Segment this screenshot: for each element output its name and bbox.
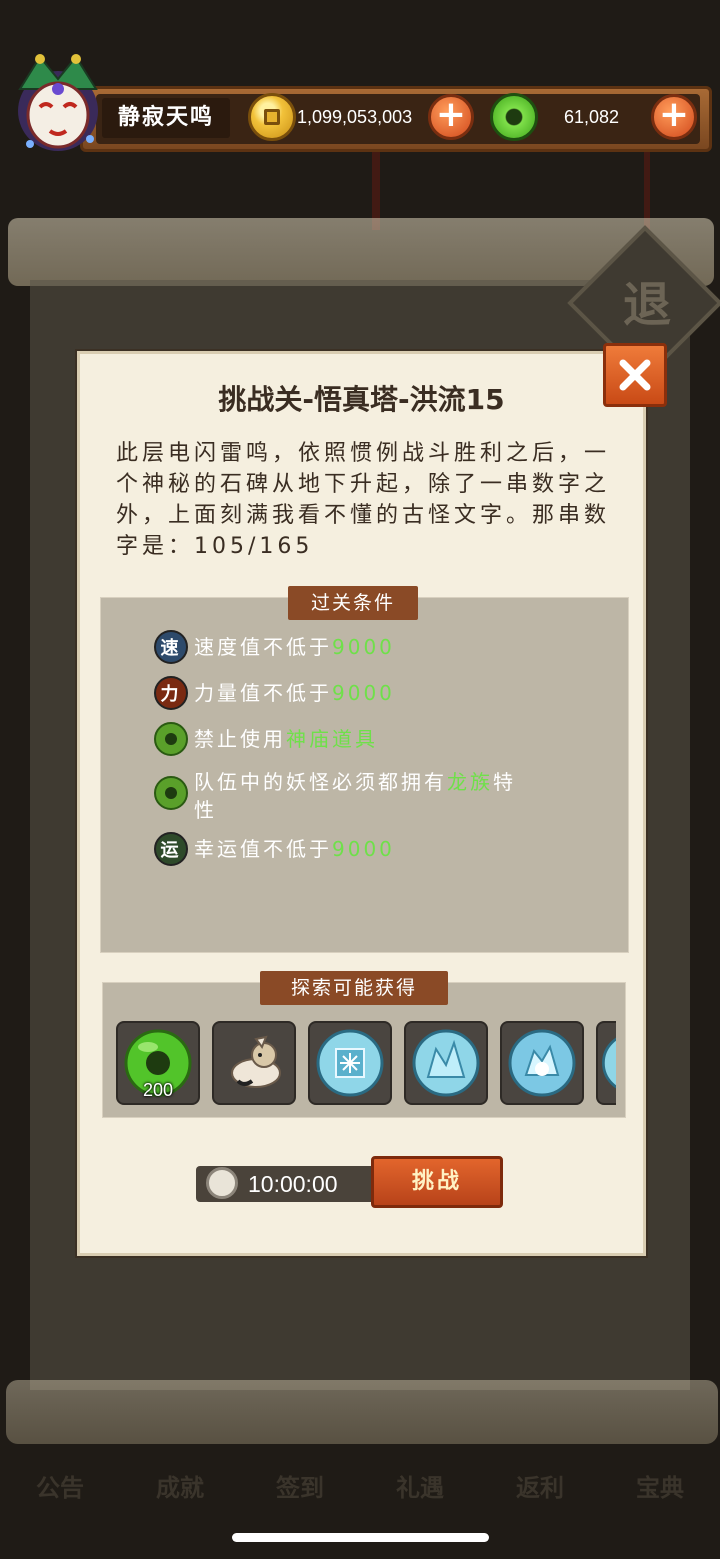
hamster-pet-icon [231,1035,281,1088]
home-indicator[interactable] [232,1533,489,1542]
dialog-title: 挑战关-悟真塔-洪流15 [218,383,505,416]
speed-icon: 速 [154,630,188,664]
nav-gift[interactable]: 礼遇 [370,1468,470,1503]
nav-announcement[interactable]: 公告 [10,1468,110,1503]
condition-value: 9000 [332,681,395,705]
orb-icon [602,1037,616,1089]
condition-row: 禁止使用神庙道具 [154,722,378,756]
stopwatch-icon [206,1167,238,1199]
add-gold-button[interactable]: + [428,94,474,140]
retreat-button-label[interactable]: 退 [612,270,682,340]
add-jade-button[interactable]: + [651,94,697,140]
bottom-nav: 公告 成就 签到 礼遇 返利 宝典 [0,1440,720,1530]
condition-text: 力量值不低于 [194,681,332,705]
condition-text: 禁止使用 [194,727,286,751]
frost-orb-icon [508,1029,576,1097]
reward-slot[interactable] [212,1021,296,1105]
jade-ring-icon [154,722,188,756]
condition-value: 神庙道具 [286,727,378,751]
condition-text: 速度值不低于 [194,635,332,659]
player-name[interactable]: 静寂天鸣 [102,98,230,138]
jester-mask-icon [18,54,98,151]
condition-value: 龙族 [447,770,493,794]
condition-row: 速 速度值不低于9000 [154,630,395,664]
nav-checkin[interactable]: 签到 [250,1468,350,1503]
reward-count: 200 [142,1080,174,1100]
condition-row: 力 力量值不低于9000 [154,676,395,710]
nav-rebate[interactable]: 返利 [490,1468,590,1503]
gold-coin-icon [248,93,296,141]
dialog-description: 此层电闪雷鸣，依照惯例战斗胜利之后，一个神秘的石碑从地下升起，除了一串数字之外，… [116,441,611,559]
ice-crystal-orb-icon [412,1029,480,1097]
reward-slot[interactable] [308,1021,392,1105]
reward-slot[interactable]: 200 [116,1021,200,1105]
rewards-header: 探索可能获得 [260,971,448,1005]
jade-currency-icon [490,93,538,141]
avatar[interactable] [8,46,108,162]
condition-row: 运 幸运值不低于9000 [154,832,395,866]
condition-text: 队伍中的妖怪必须都拥有 [194,770,447,794]
reward-slot[interactable] [404,1021,488,1105]
conditions-header: 过关条件 [288,586,418,620]
reward-slot[interactable] [596,1021,616,1105]
reward-slot[interactable] [500,1021,584,1105]
strength-icon: 力 [154,676,188,710]
condition-value: 9000 [332,837,395,861]
jade-amount: 61,082 [564,107,620,127]
scroll-bottom-roller [6,1380,718,1444]
jade-ring-icon [154,776,188,810]
nav-guide[interactable]: 宝典 [610,1468,710,1503]
nav-achievement[interactable]: 成就 [130,1468,230,1503]
gold-amount: 1,099,053,003 [297,107,413,127]
condition-value: 9000 [332,635,395,659]
condition-row: 队伍中的妖怪必须都拥有龙族特性 [154,766,534,824]
condition-text: 幸运值不低于 [194,837,332,861]
timer-text: 10:00:00 [248,1171,338,1197]
challenge-button[interactable]: 挑战 [371,1156,503,1208]
luck-icon: 运 [154,832,188,866]
snowflake-orb-icon [316,1029,384,1097]
